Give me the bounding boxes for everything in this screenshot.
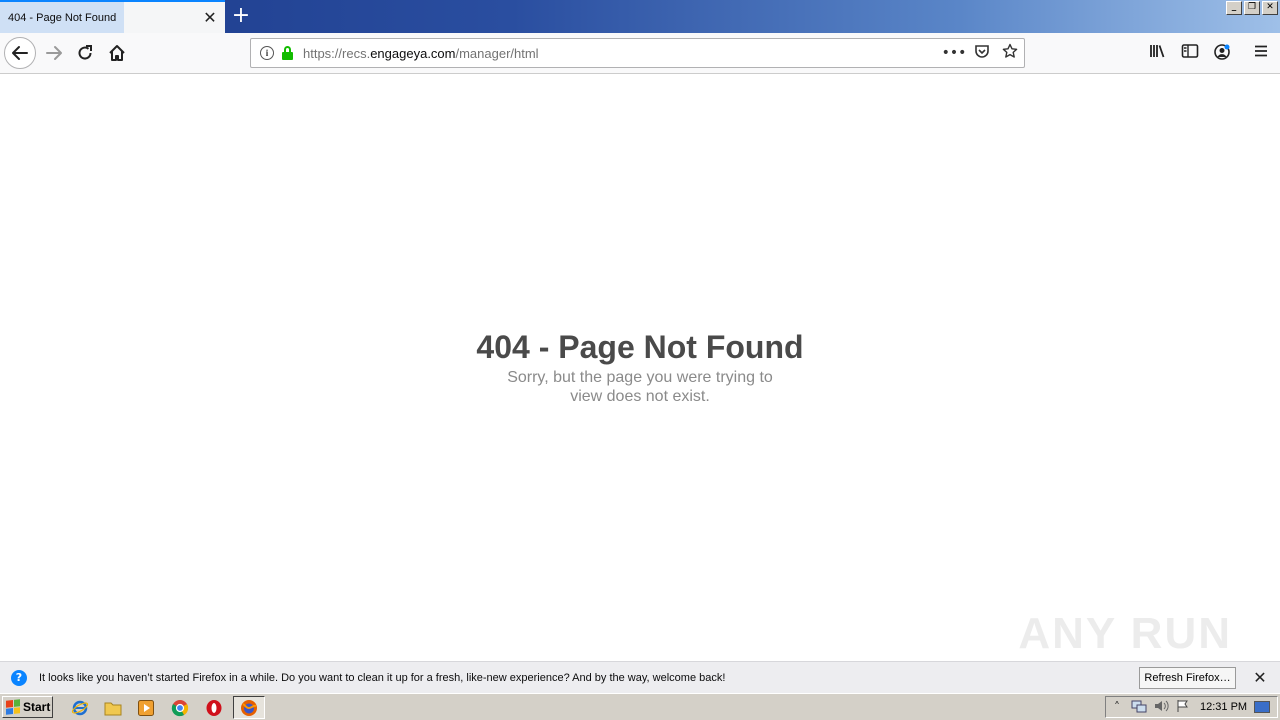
chrome-icon[interactable] bbox=[170, 698, 190, 718]
navigation-toolbar: i https://recs.engageya.com/manager/html… bbox=[0, 33, 1280, 74]
tab-title: 404 - Page Not Found bbox=[8, 11, 117, 24]
page-content: 404 - Page Not Found Sorry, but the page… bbox=[0, 74, 1280, 661]
restore-button[interactable]: ❐ bbox=[1244, 1, 1260, 15]
file-explorer-icon[interactable] bbox=[103, 698, 123, 718]
url-path: /manager/html bbox=[455, 45, 539, 61]
forward-button[interactable] bbox=[38, 37, 70, 69]
back-button[interactable] bbox=[4, 37, 36, 69]
taskbar: Start ˄ 12:31 PM bbox=[0, 693, 1280, 720]
home-button[interactable] bbox=[101, 37, 133, 69]
new-tab-button[interactable]: + bbox=[228, 4, 254, 30]
url-text[interactable]: https://recs.engageya.com/manager/html bbox=[303, 46, 940, 61]
start-button[interactable]: Start bbox=[2, 696, 53, 718]
chevron-up-icon[interactable]: ˄ bbox=[1106, 700, 1128, 714]
minimize-button[interactable]: _ bbox=[1226, 1, 1242, 15]
url-prefix: https://recs. bbox=[303, 45, 371, 61]
question-icon: ? bbox=[11, 669, 27, 686]
error-message: Sorry, but the page you were trying to v… bbox=[507, 369, 773, 405]
url-domain: engageya.com bbox=[370, 45, 456, 61]
forward-arrow-icon bbox=[46, 46, 62, 60]
tab-strip: 404 - Page Not Found ✕ + _ ❐ ✕ bbox=[0, 0, 1280, 33]
notification-bar: ? It looks like you haven’t started Fire… bbox=[0, 661, 1280, 693]
volume-icon[interactable] bbox=[1150, 699, 1172, 716]
pocket-icon[interactable] bbox=[968, 43, 996, 63]
tab-active[interactable]: 404 - Page Not Found ✕ bbox=[0, 0, 225, 33]
page-title: 404 - Page Not Found bbox=[476, 329, 804, 365]
tab-close-icon[interactable]: ✕ bbox=[195, 3, 225, 33]
url-bar[interactable]: i https://recs.engageya.com/manager/html… bbox=[250, 38, 1025, 68]
lock-icon[interactable] bbox=[281, 46, 293, 60]
hamburger-menu-icon[interactable] bbox=[1250, 43, 1272, 65]
windows-logo-icon bbox=[6, 699, 20, 715]
network-icon[interactable] bbox=[1128, 699, 1150, 716]
firefox-icon[interactable] bbox=[239, 698, 259, 718]
reload-button[interactable] bbox=[69, 37, 101, 69]
back-arrow-icon bbox=[12, 46, 28, 60]
start-label: Start bbox=[23, 700, 51, 714]
page-actions-icon[interactable]: ••• bbox=[940, 45, 968, 61]
close-window-button[interactable]: ✕ bbox=[1262, 1, 1278, 15]
internet-explorer-icon[interactable] bbox=[70, 698, 90, 718]
sidebar-icon[interactable] bbox=[1179, 43, 1201, 65]
window-controls: _ ❐ ✕ bbox=[1226, 1, 1278, 15]
star-icon[interactable] bbox=[996, 43, 1024, 63]
watermark: ANY RUN bbox=[1018, 609, 1232, 658]
media-player-icon[interactable] bbox=[136, 698, 156, 718]
info-icon[interactable]: i bbox=[260, 46, 274, 60]
action-center-flag-icon[interactable] bbox=[1172, 699, 1194, 716]
notification-text: It looks like you haven’t started Firefo… bbox=[39, 671, 726, 684]
show-desktop-icon[interactable] bbox=[1254, 701, 1270, 713]
close-icon[interactable]: ✕ bbox=[1250, 668, 1270, 687]
home-icon bbox=[109, 45, 125, 61]
clock[interactable]: 12:31 PM bbox=[1200, 701, 1252, 713]
opera-icon[interactable] bbox=[204, 698, 224, 718]
system-tray: ˄ 12:31 PM bbox=[1105, 696, 1278, 718]
reload-icon bbox=[78, 45, 92, 60]
library-icon[interactable] bbox=[1147, 43, 1169, 65]
refresh-firefox-button[interactable]: Refresh Firefox… bbox=[1139, 666, 1236, 689]
account-icon[interactable] bbox=[1211, 43, 1233, 65]
